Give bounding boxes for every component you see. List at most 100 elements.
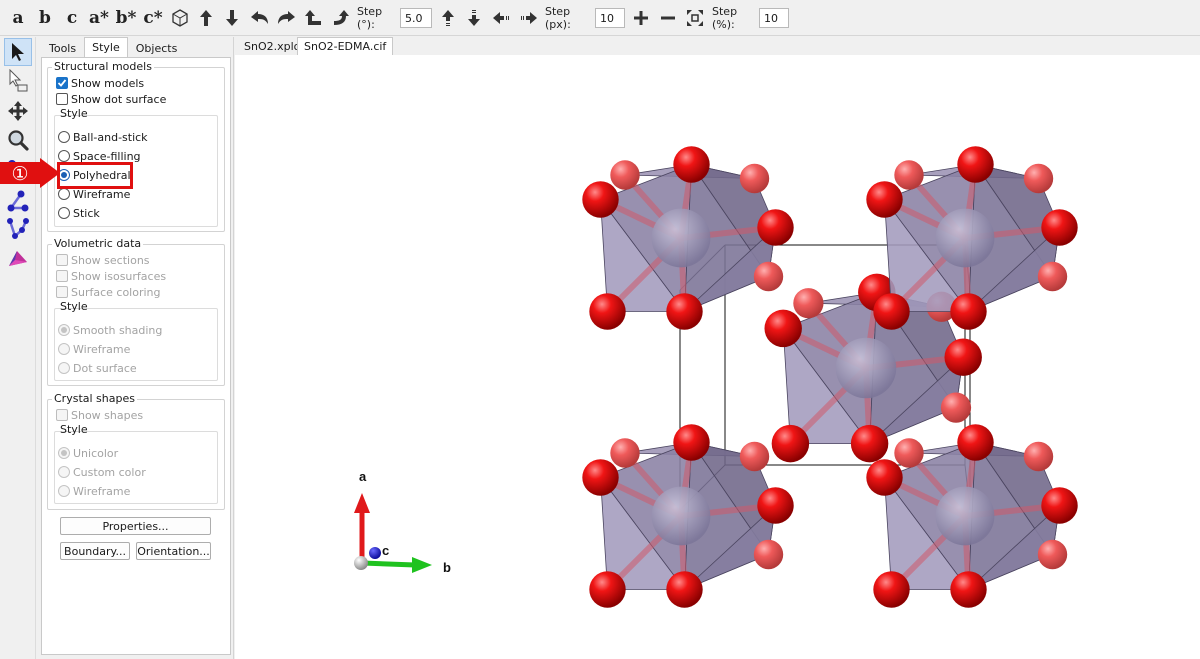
sno6-octahedron	[582, 424, 794, 608]
oxygen-atom	[589, 571, 626, 608]
show-shapes-checkbox[interactable]: Show shapes	[56, 407, 143, 423]
sno6-octahedron	[866, 146, 1078, 330]
unicolor-label: Unicolor	[73, 446, 119, 460]
style-panel: Structural models Show models Show dot s…	[41, 57, 231, 655]
custom-color-label: Custom color	[73, 465, 146, 479]
oxygen-atom	[610, 160, 640, 190]
a-axis-label: a	[359, 469, 367, 484]
style-ball-and-stick-radio[interactable]: Ball-and-stick	[58, 129, 148, 145]
volumetric-data-group: Volumetric data Show sections Show isosu…	[47, 237, 225, 386]
view-along-c-button[interactable]: c	[60, 6, 84, 30]
oxygen-atom	[753, 261, 784, 292]
show-isosurfaces-checkbox[interactable]: Show isosurfaces	[56, 268, 166, 284]
view-along-c-star-button[interactable]: c*	[141, 6, 165, 30]
oxygen-atom	[850, 424, 889, 463]
select-tool-icon[interactable]	[4, 38, 32, 66]
crystal-structure-render[interactable]: a b c	[235, 55, 1200, 659]
oxygen-atom	[793, 288, 824, 319]
volumetric-wireframe-radio[interactable]: Wireframe	[58, 341, 130, 357]
surface-coloring-checkbox[interactable]: Surface coloring	[56, 284, 161, 300]
magnify-tool-icon[interactable]	[4, 126, 32, 154]
oxygen-atom	[753, 539, 784, 570]
tab-tools[interactable]: Tools	[41, 39, 84, 57]
structure-viewport[interactable]: a b c	[235, 55, 1200, 659]
show-sections-checkbox[interactable]: Show sections	[56, 252, 150, 268]
style-stick-radio[interactable]: Stick	[58, 205, 100, 221]
show-dot-surface-label: Show dot surface	[71, 92, 167, 106]
crystal-shapes-title: Crystal shapes	[52, 392, 137, 405]
view-along-a-button[interactable]: a	[6, 6, 30, 30]
dihedral-tool-icon[interactable]	[4, 215, 32, 243]
rotate-cw-icon[interactable]	[328, 6, 352, 30]
step-percent-input[interactable]: 10	[759, 8, 789, 28]
polyhedra-layer	[582, 146, 1078, 608]
rotate-up-icon[interactable]	[194, 6, 218, 30]
rotate-down-icon[interactable]	[220, 6, 244, 30]
zoom-in-icon[interactable]	[629, 6, 653, 30]
polyhedron-icon[interactable]	[168, 6, 192, 30]
step-px-input[interactable]: 10	[595, 8, 625, 28]
fit-to-window-icon[interactable]	[683, 6, 707, 30]
unicolor-radio[interactable]: Unicolor	[58, 445, 118, 461]
rotate-select-tool-icon[interactable]	[4, 67, 32, 95]
oxygen-atom	[866, 459, 903, 496]
oxygen-atom	[1023, 163, 1054, 194]
show-sections-label: Show sections	[71, 253, 150, 267]
dot-surface-radio[interactable]: Dot surface	[58, 360, 137, 376]
crystal-wireframe-radio[interactable]: Wireframe	[58, 483, 130, 499]
oxygen-atom	[1037, 261, 1068, 292]
volumetric-data-title: Volumetric data	[52, 237, 144, 250]
rotate-left-icon[interactable]	[248, 6, 272, 30]
view-along-b-star-button[interactable]: b*	[114, 6, 138, 30]
arrow-left-icon[interactable]	[490, 6, 514, 30]
oxygen-atom	[673, 146, 710, 183]
show-models-checkbox[interactable]: Show models	[56, 75, 144, 91]
panel-tab-row: Tools Style Objects	[41, 37, 185, 57]
pointer-arrow-icon	[0, 158, 60, 188]
axis-indicator: a b c	[354, 469, 451, 575]
step-px-label: Step (px):	[545, 5, 571, 31]
show-isosurfaces-label: Show isosurfaces	[71, 269, 167, 283]
arrow-right-icon[interactable]	[516, 6, 540, 30]
arrow-up-icon[interactable]	[436, 6, 460, 30]
tab-style[interactable]: Style	[84, 37, 128, 57]
polyhedral-highlight-box	[57, 162, 133, 189]
b-axis-arrowhead	[412, 557, 432, 573]
oxygen-atom	[873, 571, 910, 608]
oxygen-atom	[666, 571, 703, 608]
b-axis-label: b	[443, 560, 451, 575]
oxygen-atom	[589, 293, 626, 330]
view-along-b-button[interactable]: b	[33, 6, 57, 30]
radio-circle	[58, 466, 70, 478]
oxygen-atom	[739, 441, 770, 472]
rotate-ccw-icon[interactable]	[302, 6, 326, 30]
zoom-out-icon[interactable]	[656, 6, 680, 30]
properties-button[interactable]: Properties...	[60, 517, 211, 535]
radio-circle-selected	[58, 447, 70, 459]
step-degree-label: Step (°):	[357, 5, 383, 31]
radio-circle	[58, 207, 70, 219]
translate-tool-icon[interactable]	[4, 97, 32, 125]
crystal-shapes-group: Crystal shapes Show shapes Style Unicolo…	[47, 392, 225, 510]
doc-tab-sno2-edma-cif[interactable]: SnO2-EDMA.cif	[297, 37, 394, 55]
arrow-down-icon[interactable]	[462, 6, 486, 30]
stick-label: Stick	[73, 206, 100, 220]
smooth-shading-radio[interactable]: Smooth shading	[58, 322, 162, 338]
orientation-button[interactable]: Orientation...	[136, 542, 211, 560]
surface-coloring-label: Surface coloring	[71, 285, 161, 299]
b-axis-arrow	[361, 560, 416, 568]
oxygen-atom	[957, 424, 994, 461]
structural-models-title: Structural models	[52, 60, 154, 73]
rotate-right-icon[interactable]	[274, 6, 298, 30]
show-dot-surface-checkbox[interactable]: Show dot surface	[56, 91, 166, 107]
custom-color-radio[interactable]: Custom color	[58, 464, 146, 480]
angle-tool-icon[interactable]	[4, 187, 32, 215]
radio-circle	[58, 362, 70, 374]
boundary-button[interactable]: Boundary...	[60, 542, 130, 560]
tab-objects[interactable]: Objects	[128, 39, 186, 57]
step-degree-input[interactable]: 5.0	[400, 8, 432, 28]
view-along-a-star-button[interactable]: a*	[87, 6, 111, 30]
oxygen-atom	[582, 459, 619, 496]
lattice-plane-tool-icon[interactable]	[4, 245, 32, 273]
oxygen-atom	[757, 209, 794, 246]
